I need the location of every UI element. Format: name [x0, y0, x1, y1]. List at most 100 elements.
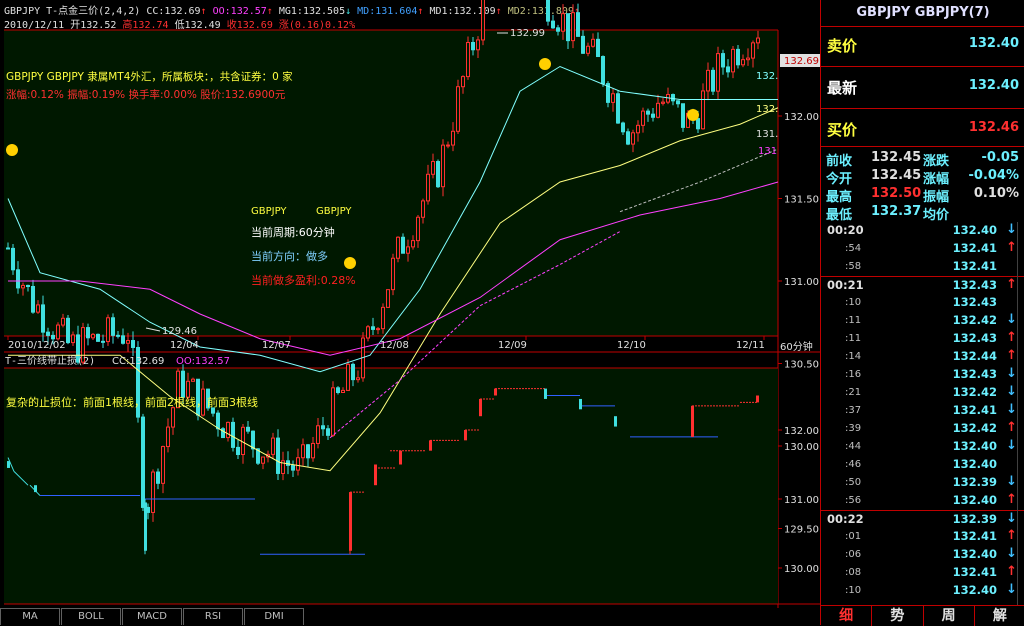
tick-row: :11 132.43 ↑ — [821, 330, 1024, 348]
stop-loss-bar — [756, 395, 759, 403]
candle-down — [26, 284, 30, 288]
candle-up — [151, 471, 155, 513]
candle-up — [301, 444, 305, 459]
tick-time: :44 — [845, 441, 862, 452]
candle-down — [51, 334, 55, 340]
candle-up — [356, 377, 360, 381]
candle-down — [616, 93, 620, 124]
candle-down — [546, 0, 550, 22]
tick-time: :37 — [845, 405, 862, 416]
candle-up — [446, 144, 450, 147]
panel-tabs: 细 势 周 解 — [821, 605, 1024, 626]
up-arrow-icon: ↑ — [1006, 277, 1017, 292]
candle-up — [316, 425, 320, 444]
stop-loss-bar — [479, 398, 482, 417]
candle-down — [711, 69, 715, 92]
tick-time: 00:21 — [827, 278, 864, 292]
stat-value: 0.10% — [973, 186, 1019, 201]
date-axis-label: 12/07 — [262, 340, 291, 351]
candle-down — [371, 326, 375, 330]
candle-down — [726, 66, 730, 73]
candle-up — [171, 407, 175, 428]
candle-down — [596, 38, 600, 58]
candle-down — [101, 340, 105, 343]
tick-scrollbar[interactable] — [1017, 222, 1024, 605]
ma-label-4: 131 — [758, 146, 777, 157]
candle-down — [566, 13, 570, 42]
tab-trend[interactable]: 势 — [872, 606, 924, 626]
tab-week[interactable]: 周 — [924, 606, 975, 626]
candle-up — [586, 45, 590, 54]
candle-up — [441, 144, 445, 188]
candle-down — [471, 42, 475, 51]
sub-axis-label: 130.00 — [784, 564, 819, 575]
up-arrow-icon: ↑ — [1006, 240, 1017, 255]
tab-explain[interactable]: 解 — [975, 606, 1024, 626]
candle-down — [621, 122, 625, 133]
ma-label-2: 132. — [756, 104, 778, 115]
up-arrow-icon: ↑ — [1006, 420, 1017, 435]
stat-label: 最低 — [826, 208, 853, 223]
candle-up — [21, 284, 25, 289]
tick-row: 00:22 132.39 ↓ — [821, 510, 1024, 529]
candle-down — [351, 363, 355, 381]
stat-row: 前收 132.45 涨跌 -0.05 — [821, 150, 1024, 169]
tick-time: :21 — [845, 387, 862, 398]
sub-chart-note: 复杂的止损位：前面1根线，前面2根线，前面3根线 — [6, 395, 258, 409]
tick-time: :01 — [845, 531, 862, 542]
tab-boll[interactable]: BOLL — [61, 608, 121, 625]
tick-price: 132.41 — [952, 403, 997, 417]
up-arrow-icon: ↑ — [1006, 528, 1017, 543]
stop-loss-bar — [399, 450, 402, 465]
candle-down — [246, 426, 250, 432]
down-arrow-icon: ↓ — [1006, 384, 1017, 399]
tab-rsi[interactable]: RSI — [183, 608, 243, 625]
candle-up — [731, 48, 735, 73]
ma-label-1: 132. — [756, 71, 778, 82]
candle-up — [261, 456, 265, 464]
candle-up — [296, 457, 300, 471]
stop-loss-bar — [579, 398, 582, 410]
tick-price: 132.41 — [952, 529, 997, 543]
candle-down — [321, 425, 325, 430]
tick-row: :08 132.41 ↑ — [821, 564, 1024, 582]
tick-time: :46 — [845, 459, 862, 470]
down-arrow-icon: ↓ — [1006, 582, 1017, 597]
candle-up — [346, 363, 350, 391]
tick-row: :39 132.42 ↑ — [821, 420, 1024, 438]
tick-time: 00:20 — [827, 223, 864, 237]
candle-up — [56, 324, 60, 340]
candle-up — [661, 101, 665, 104]
tab-detail[interactable]: 细 — [821, 606, 873, 626]
candle-down — [141, 416, 145, 508]
candle-up — [366, 326, 370, 339]
candle-up — [451, 130, 455, 146]
candle-up — [391, 257, 395, 291]
candle-up — [161, 446, 165, 484]
candle-down — [291, 464, 295, 471]
instrument-stats: 涨幅:0.12% 振幅:0.19% 换手率:0.00% 股价:132.6900元 — [6, 89, 286, 101]
candle-up — [36, 304, 40, 313]
candle-up — [431, 161, 435, 175]
tick-row: :50 132.39 ↓ — [821, 474, 1024, 492]
stat-value: -0.04% — [968, 168, 1020, 183]
tick-price: 132.41 — [952, 259, 997, 273]
tick-row: :58 132.41 — [821, 258, 1024, 276]
candle-down — [31, 286, 35, 313]
tick-row: :46 132.40 — [821, 456, 1024, 474]
candle-down — [111, 317, 115, 336]
up-arrow-icon: ↑ — [1006, 330, 1017, 345]
candle-up — [341, 389, 345, 394]
candle-up — [636, 124, 640, 134]
candle-up — [91, 333, 95, 339]
tick-price: 132.43 — [952, 367, 997, 381]
tab-dmi[interactable]: DMI — [244, 608, 304, 625]
stat-value: 132.45 — [871, 150, 922, 165]
tick-row: :14 132.44 ↑ — [821, 348, 1024, 366]
stat-label: 最高 — [826, 190, 853, 205]
tab-ma[interactable]: MA — [0, 608, 60, 625]
sub-chart-title: T-三价线带止损(2) — [5, 354, 95, 367]
tick-time: :10 — [845, 585, 862, 596]
tab-macd[interactable]: MACD — [122, 608, 182, 625]
candle-down — [96, 333, 100, 342]
